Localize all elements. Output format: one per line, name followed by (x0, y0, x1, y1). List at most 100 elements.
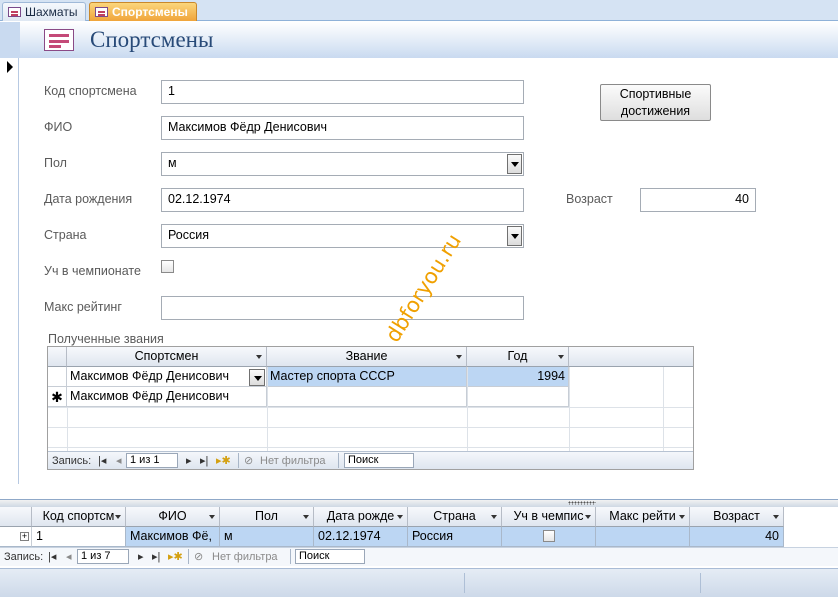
no-filter-label[interactable]: Нет фильтра (212, 550, 278, 564)
current-record-arrow-icon (7, 61, 13, 73)
column-header-code[interactable]: Код спортсм (32, 507, 126, 527)
chevron-down-icon[interactable] (115, 515, 121, 519)
new-record-icon[interactable]: ▸✱ (168, 550, 183, 564)
status-bar (0, 568, 838, 597)
code-field[interactable]: 1 (161, 80, 524, 104)
column-header-champ[interactable]: Уч в чемпис (502, 507, 596, 527)
table-row-age[interactable]: 40 (690, 527, 784, 547)
new-row-year[interactable] (467, 387, 569, 407)
search-input[interactable]: Поиск (344, 453, 414, 468)
next-record-icon[interactable]: ▸ (138, 550, 144, 564)
birth-field[interactable]: 02.12.1974 (161, 188, 524, 212)
table-row-rating[interactable] (596, 527, 690, 547)
grip-icon (568, 501, 596, 505)
record-selector[interactable] (0, 58, 19, 484)
first-record-icon[interactable]: |◂ (98, 454, 106, 468)
filter-icon[interactable]: ⊘ (194, 550, 203, 564)
chevron-down-icon[interactable] (507, 226, 522, 246)
table-row-champ[interactable] (502, 527, 596, 547)
tab-label: Спортсмены (112, 5, 188, 19)
chevron-down-icon[interactable] (456, 355, 462, 359)
chevron-down-icon[interactable] (303, 515, 309, 519)
column-header-year[interactable]: Год (467, 347, 569, 367)
nav-label: Запись: (52, 455, 92, 467)
tab-label: Шахматы (25, 5, 78, 19)
age-field[interactable]: 40 (640, 188, 756, 212)
table-row-birth[interactable]: 02.12.1974 (314, 527, 408, 547)
subform-record-navigator: Запись: |◂ ◂ 1 из 1 ▸ ▸| ▸✱ ⊘ Нет фильтр… (48, 451, 693, 469)
chevron-down-icon[interactable] (558, 355, 564, 359)
filter-icon[interactable]: ⊘ (244, 454, 253, 468)
champ-label: Уч в чемпионате (44, 264, 141, 278)
chevron-down-icon[interactable] (249, 369, 265, 386)
record-position-field[interactable]: 1 из 7 (77, 549, 129, 564)
column-header-birth[interactable]: Дата рожде (314, 507, 408, 527)
chevron-down-icon[interactable] (397, 515, 403, 519)
row-selector[interactable]: + (0, 527, 32, 547)
chevron-down-icon[interactable] (679, 515, 685, 519)
chevron-down-icon[interactable] (773, 515, 779, 519)
champ-checkbox[interactable] (161, 260, 174, 273)
new-record-icon[interactable]: ▸✱ (216, 454, 231, 468)
table-row-rank[interactable]: Мастер спорта СССР (267, 367, 467, 387)
select-all-corner[interactable] (0, 507, 32, 527)
prev-record-icon[interactable]: ◂ (116, 454, 122, 468)
birth-label: Дата рождения (44, 192, 133, 206)
form-icon (8, 7, 21, 17)
datasheet: Код спортсм ФИО Пол Дата рожде Страна Уч… (0, 507, 838, 547)
column-header-rank[interactable]: Звание (267, 347, 467, 367)
country-combo[interactable]: Россия (161, 224, 524, 248)
column-header-athlete[interactable]: Спортсмен (67, 347, 267, 367)
champ-checkbox[interactable] (543, 530, 555, 542)
fio-label: ФИО (44, 120, 73, 134)
column-header-sex[interactable]: Пол (220, 507, 314, 527)
form-icon (95, 7, 108, 17)
column-header-blank (569, 347, 693, 367)
sex-label: Пол (44, 156, 67, 170)
sex-combo[interactable]: м (161, 152, 524, 176)
first-record-icon[interactable]: |◂ (48, 550, 56, 564)
chevron-down-icon[interactable] (209, 515, 215, 519)
split-form-splitter[interactable] (0, 499, 838, 507)
table-row-country[interactable]: Россия (408, 527, 502, 547)
column-header-fio[interactable]: ФИО (126, 507, 220, 527)
record-position-field[interactable]: 1 из 1 (126, 453, 178, 468)
table-row-athlete[interactable]: Максимов Фёдр Денисович (67, 367, 267, 387)
chevron-down-icon[interactable] (491, 515, 497, 519)
last-record-icon[interactable]: ▸| (152, 550, 160, 564)
form-header: Спортсмены (20, 22, 838, 58)
table-row-code[interactable]: 1 (32, 527, 126, 547)
table-row-fio[interactable]: Максимов Фё, (126, 527, 220, 547)
chevron-down-icon[interactable] (585, 515, 591, 519)
fio-field[interactable]: Максимов Фёдр Денисович (161, 116, 524, 140)
row-selector[interactable] (48, 367, 67, 387)
new-row-marker[interactable]: ✱ (48, 387, 67, 407)
prev-record-icon[interactable]: ◂ (66, 550, 72, 564)
next-record-icon[interactable]: ▸ (186, 454, 192, 468)
column-header-age[interactable]: Возраст (690, 507, 784, 527)
new-row-rank[interactable] (267, 387, 467, 407)
column-header-rating[interactable]: Макс рейти (596, 507, 690, 527)
country-label: Страна (44, 228, 87, 242)
chevron-down-icon[interactable] (507, 154, 522, 174)
header-selector (0, 22, 20, 58)
last-record-icon[interactable]: ▸| (200, 454, 208, 468)
age-label: Возраст (566, 192, 613, 206)
code-label: Код спортсмена (44, 84, 137, 98)
table-row-sex[interactable]: м (220, 527, 314, 547)
no-filter-label[interactable]: Нет фильтра (260, 454, 326, 468)
achievements-button[interactable]: Спортивные достижения (600, 84, 711, 121)
chevron-down-icon[interactable] (256, 355, 262, 359)
table-row-year[interactable]: 1994 (467, 367, 569, 387)
form-icon (44, 29, 74, 51)
column-header-country[interactable]: Страна (408, 507, 502, 527)
ranks-subform: Спортсмен Звание Год Максимов Фёдр Денис… (47, 346, 694, 470)
select-all-corner[interactable] (48, 347, 67, 367)
search-input[interactable]: Поиск (295, 549, 365, 564)
document-tab-bar: Шахматы Спортсмены (0, 0, 838, 21)
rating-field[interactable] (161, 296, 524, 320)
tab-athletes[interactable]: Спортсмены (89, 2, 197, 21)
tab-chess[interactable]: Шахматы (2, 2, 86, 21)
expand-icon[interactable]: + (20, 532, 29, 541)
new-row-athlete[interactable]: Максимов Фёдр Денисович (67, 387, 267, 407)
